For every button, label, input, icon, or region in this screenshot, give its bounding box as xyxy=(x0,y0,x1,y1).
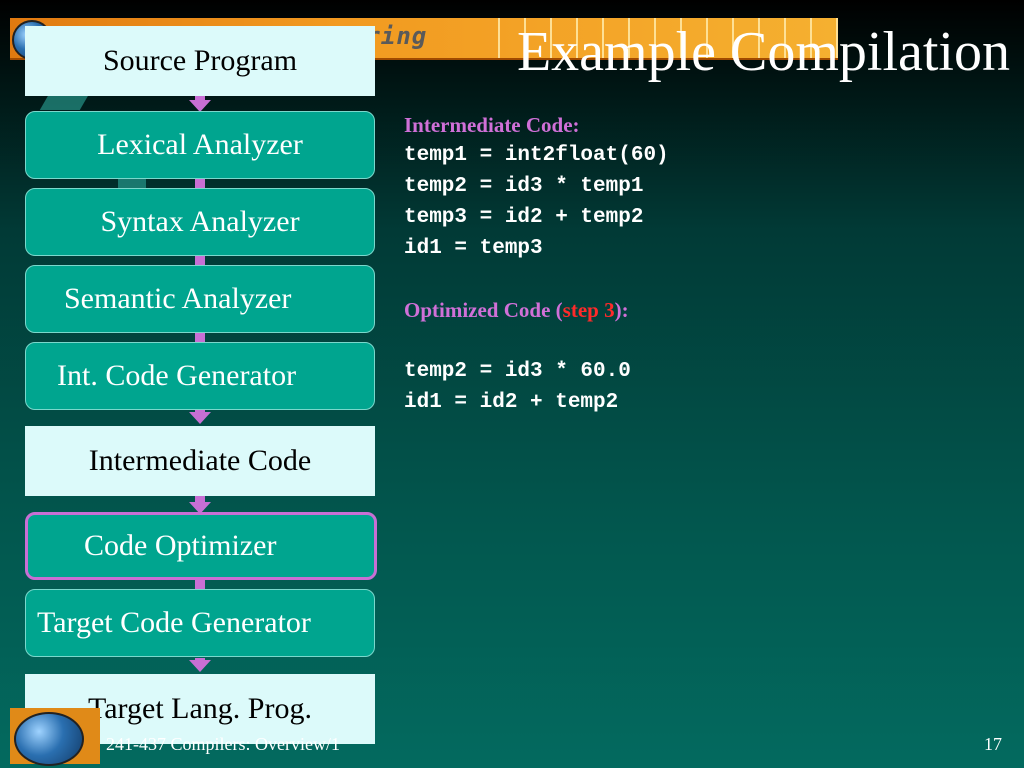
footer-course-label: 241-437 Compilers: Overview/1 xyxy=(106,734,340,754)
stage-label: Target Code Generator xyxy=(37,606,311,639)
intermediate-code-heading: Intermediate Code: xyxy=(404,113,580,137)
stage-label: Lexical Analyzer xyxy=(97,128,303,161)
optimized-code-heading: Optimized Code (step 3): xyxy=(404,295,1004,325)
code-line: temp2 = id3 * temp1 xyxy=(404,175,644,198)
code-line: id1 = temp3 xyxy=(404,237,543,260)
slide-title: Example Compilation xyxy=(516,21,1010,83)
stage-code-optimizer: Code Optimizer xyxy=(25,512,377,580)
stage-label: Target Lang. Prog. xyxy=(88,692,312,725)
stage-label: Semantic Analyzer xyxy=(64,282,292,315)
stage-target-code-generator: Target Code Generator xyxy=(25,589,375,657)
arrow-down-icon xyxy=(189,412,211,424)
ghost-shape xyxy=(118,178,146,188)
code-line: temp3 = id2 + temp2 xyxy=(404,206,644,229)
stage-label: Intermediate Code xyxy=(88,444,312,477)
code-line: temp1 = int2float(60) xyxy=(404,144,669,167)
code-line: temp2 = id3 * 60.0 xyxy=(404,360,631,383)
stage-semantic-analyzer: Semantic Analyzer xyxy=(25,265,375,333)
code-panel: Intermediate Code: temp1 = int2float(60)… xyxy=(404,110,1004,418)
code-line: id1 = id2 + temp2 xyxy=(404,391,619,414)
step-highlight: step 3 xyxy=(562,298,615,322)
stage-lexical-analyzer: Lexical Analyzer xyxy=(25,111,375,179)
globe-logo-icon xyxy=(14,712,84,766)
arrow-down-icon xyxy=(189,660,211,672)
stage-syntax-analyzer: Syntax Analyzer xyxy=(25,188,375,256)
stage-label: Source Program xyxy=(102,44,298,77)
stage-int-code-generator: Int. Code Generator xyxy=(25,342,375,410)
heading-prefix: Optimized Code ( xyxy=(404,298,563,322)
stage-label: Syntax Analyzer xyxy=(100,205,300,238)
heading-suffix: ): xyxy=(614,298,629,322)
stage-label: Int. Code Generator xyxy=(57,359,297,392)
stage-label: Code Optimizer xyxy=(84,529,277,562)
compiler-pipeline: Source Program Lexical Analyzer Syntax A… xyxy=(0,0,400,768)
stage-source-program: Source Program xyxy=(25,26,375,96)
stage-intermediate-code: Intermediate Code xyxy=(25,426,375,496)
page-number: 17 xyxy=(984,734,1002,754)
